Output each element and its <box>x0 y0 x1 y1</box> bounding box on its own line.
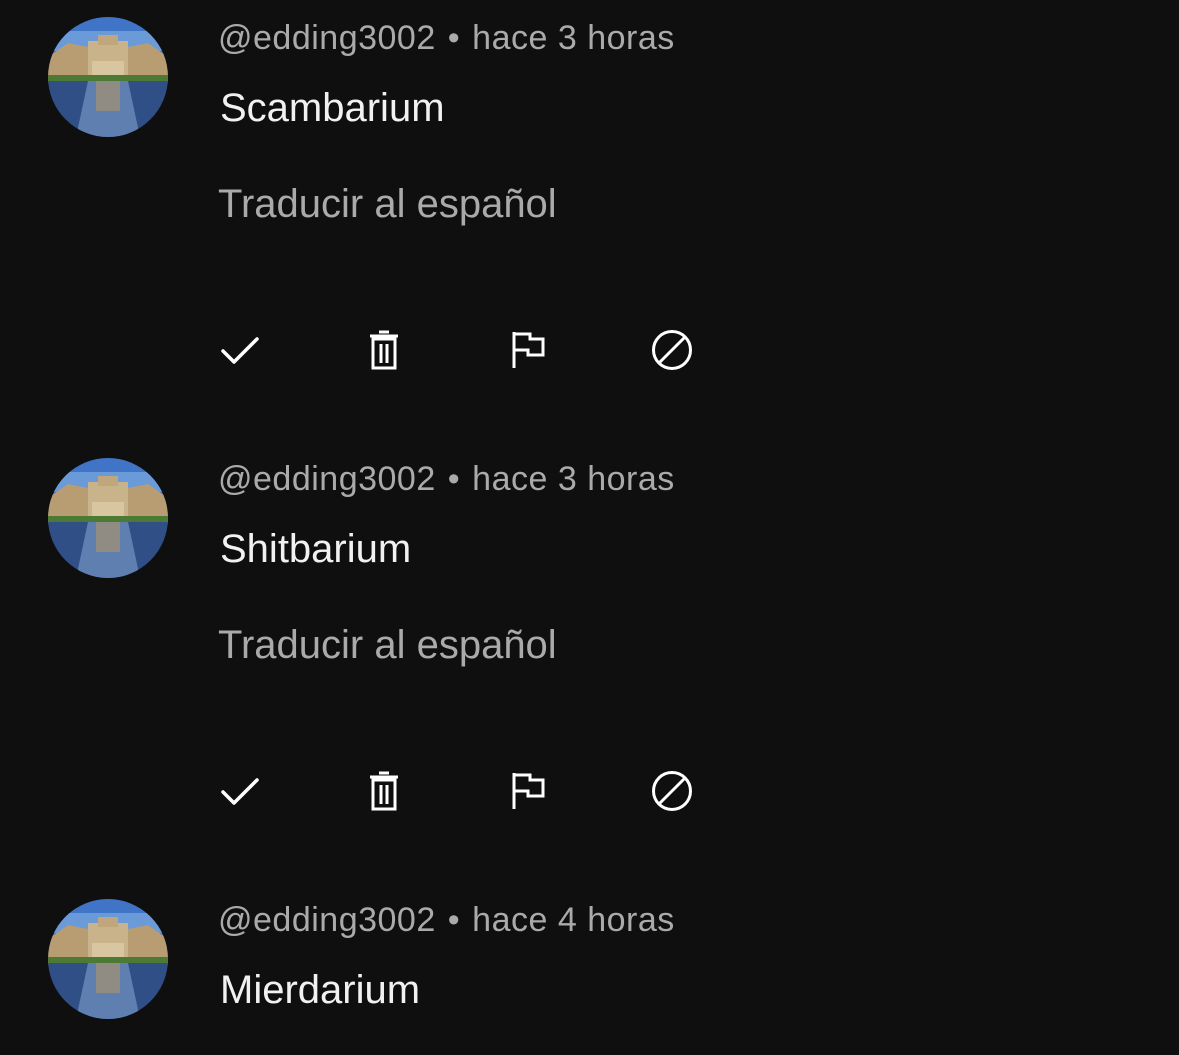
comment-text: Scambarium <box>220 86 445 130</box>
comment-item: @edding3002 • hace 3 horas Shitbarium Trad… <box>0 441 1179 882</box>
approve-button[interactable] <box>202 312 278 388</box>
comment-time: hace 3 horas <box>472 460 675 498</box>
comment-author[interactable]: @edding3002 <box>218 19 436 57</box>
check-icon <box>221 337 259 364</box>
comment-text: Shitbarium <box>220 527 412 571</box>
report-button[interactable] <box>490 312 566 388</box>
comment-meta: @edding3002 • hace 4 horas <box>218 898 675 942</box>
avatar[interactable] <box>48 899 168 1019</box>
translate-link[interactable]: Traducir al español <box>218 621 557 669</box>
avatar[interactable] <box>48 458 168 578</box>
comment-author[interactable]: @edding3002 <box>218 901 436 939</box>
comment-text: Mierdarium <box>220 968 421 1012</box>
block-icon <box>652 771 692 811</box>
meta-separator: • <box>447 460 461 498</box>
avatar[interactable] <box>48 17 168 137</box>
trash-icon <box>370 330 398 370</box>
avatar-image <box>48 458 168 578</box>
comment-item: @edding3002 • hace 4 horas Mierdarium <box>0 882 1179 1055</box>
delete-button[interactable] <box>346 753 422 829</box>
comment-item: @edding3002 • hace 3 horas Scambarium Trad… <box>0 0 1179 441</box>
hide-user-button[interactable] <box>634 312 710 388</box>
block-icon <box>652 330 692 370</box>
report-button[interactable] <box>490 753 566 829</box>
comment-author[interactable]: @edding3002 <box>218 460 436 498</box>
comment-time: hace 3 horas <box>472 19 675 57</box>
trash-icon <box>370 771 398 811</box>
comment-time: hace 4 horas <box>472 901 675 939</box>
approve-button[interactable] <box>202 753 278 829</box>
comment-meta: @edding3002 • hace 3 horas <box>218 16 675 60</box>
translate-link[interactable]: Traducir al español <box>218 180 557 228</box>
check-icon <box>221 778 259 805</box>
avatar-image <box>48 899 168 1019</box>
meta-separator: • <box>447 901 461 939</box>
comment-meta: @edding3002 • hace 3 horas <box>218 457 675 501</box>
hide-user-button[interactable] <box>634 753 710 829</box>
avatar-image <box>48 17 168 137</box>
comment-actions <box>0 753 1179 829</box>
comment-actions <box>0 312 1179 388</box>
meta-separator: • <box>447 19 461 57</box>
delete-button[interactable] <box>346 312 422 388</box>
flag-icon <box>512 773 545 809</box>
flag-icon <box>512 332 545 368</box>
